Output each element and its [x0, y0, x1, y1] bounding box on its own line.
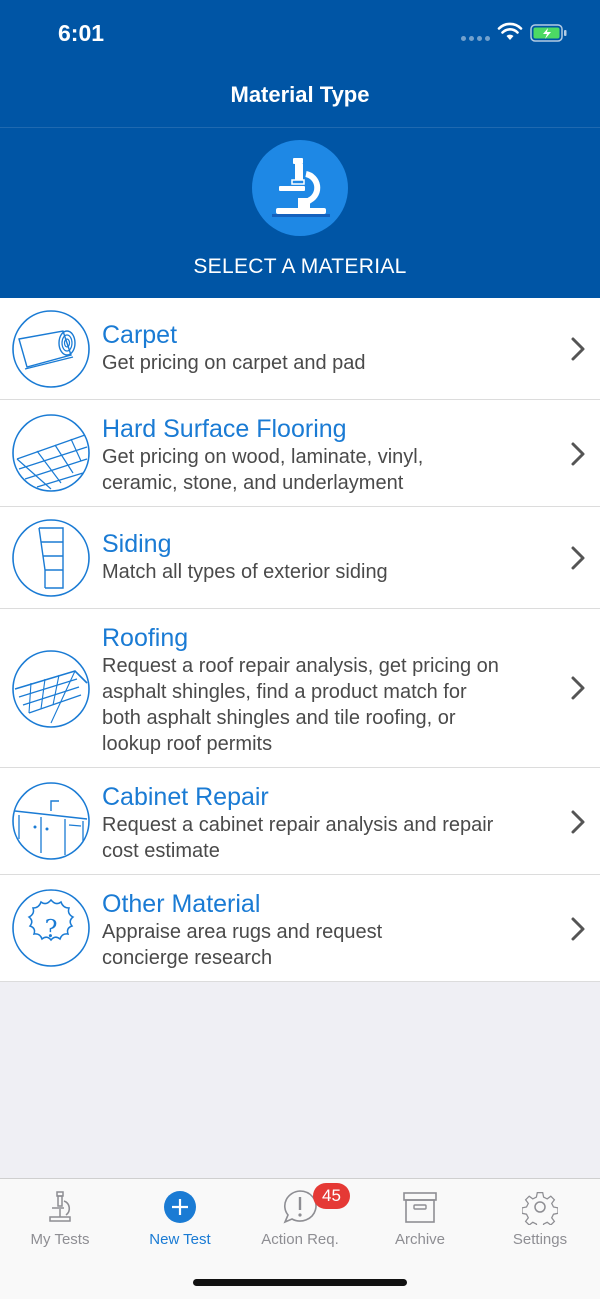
item-title: Hard Surface Flooring: [102, 415, 347, 443]
item-description: Request a roof repair analysis, get pric…: [102, 655, 499, 755]
list-item-roofing[interactable]: Roofing Request a roof repair analysis, …: [0, 609, 600, 768]
select-material-label: SELECT A MATERIAL: [193, 255, 407, 278]
tab-new-test[interactable]: New Test: [120, 1179, 240, 1259]
item-title: Other Material: [102, 890, 261, 918]
nav-divider: [0, 127, 600, 128]
item-title: Siding: [102, 530, 172, 558]
tab-label: Action Req.: [261, 1231, 339, 1248]
archive-box-icon: [403, 1192, 437, 1223]
siding-icon: [12, 519, 90, 597]
item-description: Request a cabinet repair analysis and re…: [102, 814, 494, 862]
list-item-cabinet-repair[interactable]: Cabinet Repair Request a cabinet repair …: [0, 768, 600, 875]
home-indicator: [193, 1279, 407, 1286]
microscope-icon: [252, 140, 348, 236]
list-item-siding[interactable]: Siding Match all types of exterior sidin…: [0, 507, 600, 609]
chevron-right-icon: [571, 917, 585, 941]
roof-shingles-icon: [12, 650, 90, 728]
status-bar: 6:01: [0, 0, 600, 64]
item-description: Get pricing on carpet and pad: [102, 352, 366, 374]
item-description: Match all types of exterior siding: [102, 561, 388, 583]
item-title: Cabinet Repair: [102, 783, 269, 811]
header: 6:01 Material Type SELECT A MATERIAL: [0, 0, 600, 298]
list-item-other-material[interactable]: ? Other Material Appraise area rugs and …: [0, 875, 600, 982]
tab-label: My Tests: [30, 1231, 90, 1248]
item-description: Get pricing on wood, laminate, vinyl, ce…: [102, 446, 424, 494]
item-description: Appraise area rugs and request concierge…: [102, 921, 383, 969]
tab-label: Archive: [394, 1231, 446, 1248]
svg-text:?: ?: [45, 915, 58, 943]
battery-charging-icon: [530, 24, 567, 42]
chevron-right-icon: [571, 676, 585, 700]
item-title: Roofing: [102, 624, 189, 652]
tab-label: Settings: [512, 1231, 568, 1248]
carpet-roll-icon: [12, 310, 90, 388]
list-item-carpet[interactable]: Carpet Get pricing on carpet and pad: [0, 298, 600, 400]
tab-settings[interactable]: Settings: [480, 1179, 600, 1259]
tab-label: New Test: [149, 1231, 211, 1248]
chevron-right-icon: [571, 546, 585, 570]
tab-archive[interactable]: Archive: [360, 1179, 480, 1259]
cellular-dots-icon: [461, 36, 490, 41]
question-rug-icon: ?: [12, 889, 90, 967]
item-title: Carpet: [102, 321, 178, 349]
page-title: Material Type: [230, 82, 370, 107]
action-required-badge: 45: [313, 1183, 350, 1209]
flooring-planks-icon: [12, 414, 90, 492]
chevron-right-icon: [571, 337, 585, 361]
wifi-icon: [497, 22, 523, 40]
chevron-right-icon: [571, 442, 585, 466]
gear-icon: [522, 1191, 558, 1225]
tab-my-tests[interactable]: My Tests: [0, 1179, 120, 1259]
cabinet-sink-icon: [12, 782, 90, 860]
status-time: 6:01: [58, 20, 105, 46]
material-list: Carpet Get pricing on carpet and pad Har…: [0, 298, 600, 982]
chevron-right-icon: [571, 810, 585, 834]
microscope-icon: [49, 1191, 71, 1222]
plus-circle-icon: [164, 1191, 196, 1223]
list-item-hard-surface-flooring[interactable]: Hard Surface Flooring Get pricing on woo…: [0, 400, 600, 507]
